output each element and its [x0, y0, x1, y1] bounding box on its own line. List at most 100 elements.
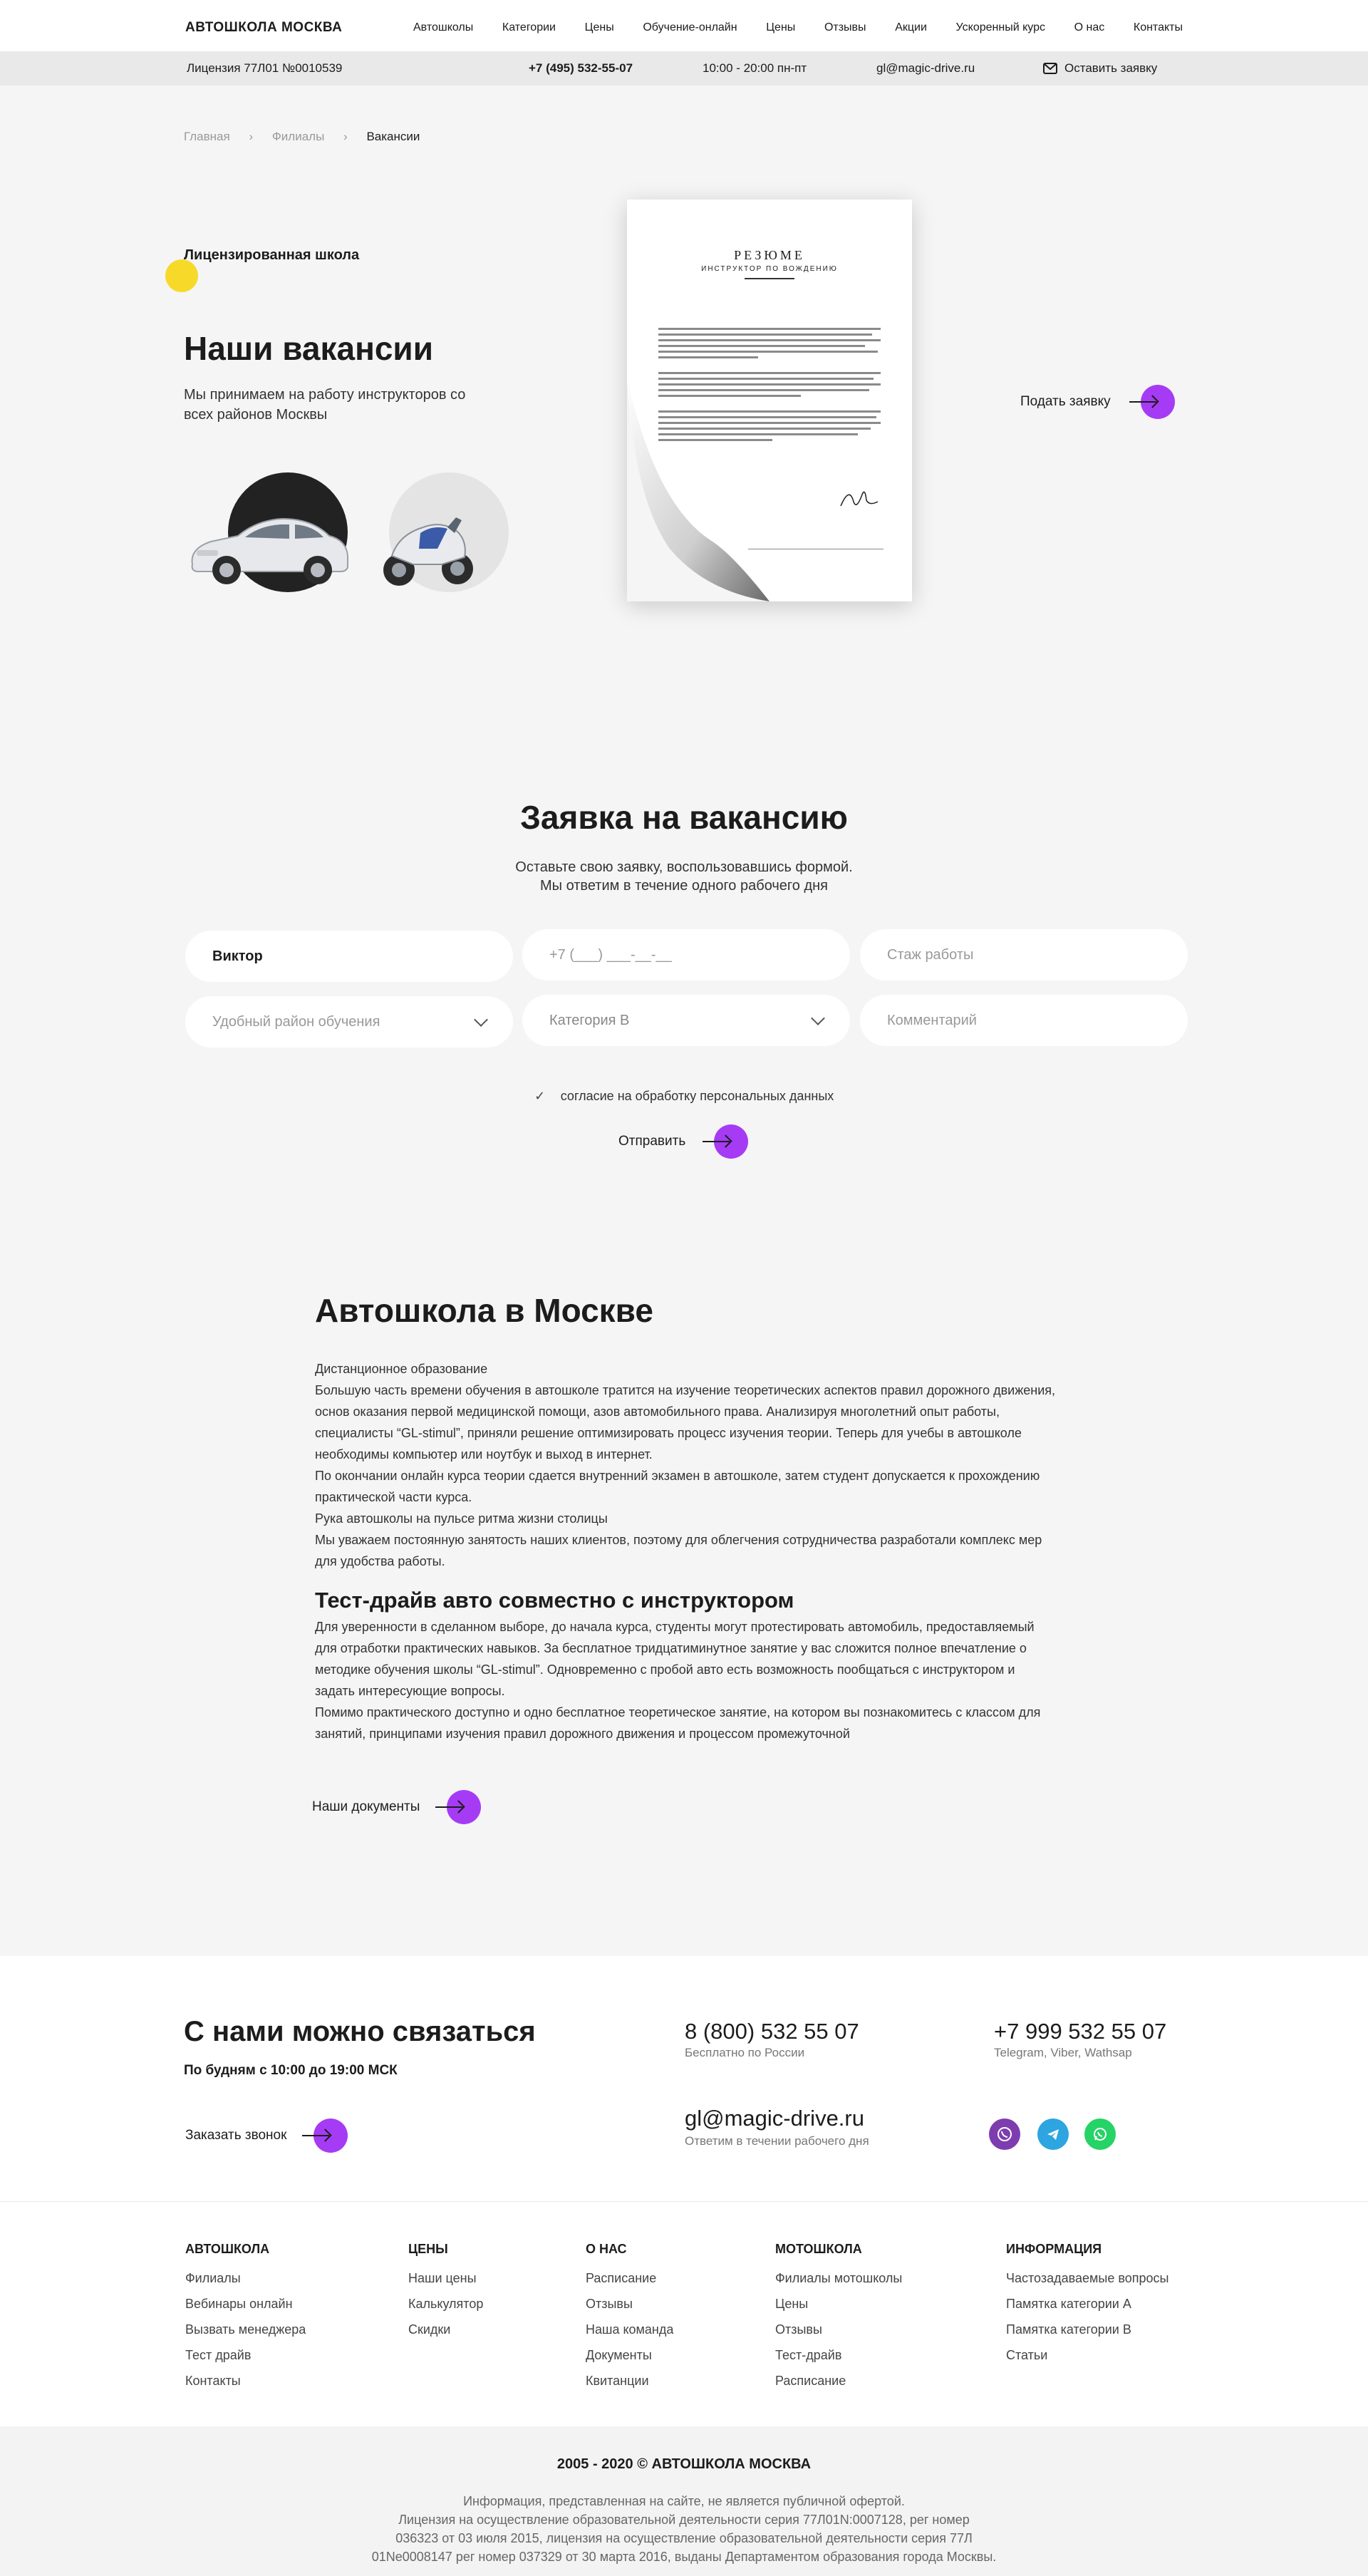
top-navigation: АВТОШКОЛА МОСКВА Автошколы Категории Цен… — [0, 0, 1368, 51]
documents-link[interactable]: Наши документы — [312, 1790, 482, 1824]
footer-column-title: МОТОШКОЛА — [775, 2242, 862, 2256]
footer-link[interactable]: Контакты — [185, 2368, 306, 2394]
form-subtitle: Оставьте свою заявку, воспользовавшись ф… — [0, 858, 1368, 895]
resume-subtitle: ИНСТРУКТОР ПО ВОЖДЕНИЮ — [701, 265, 838, 273]
submit-button[interactable]: Отправить — [618, 1124, 749, 1159]
nav-item-prices-2[interactable]: Цены — [766, 21, 795, 34]
chevron-right-icon: › — [249, 130, 254, 143]
arrow-right-icon — [703, 1124, 749, 1159]
nav-item-about[interactable]: О нас — [1074, 21, 1105, 34]
article-paragraph: Рука автошколы на пульсе ритма жизни сто… — [315, 1511, 608, 1526]
nav-item-promotions[interactable]: Акции — [895, 21, 927, 34]
nav-item-categories[interactable]: Категории — [502, 21, 556, 34]
footer-link[interactable]: Отзывы — [586, 2291, 673, 2317]
footer-column-title: ИНФОРМАЦИЯ — [1006, 2242, 1102, 2256]
footer-link[interactable]: Филиалы — [185, 2265, 306, 2291]
viber-icon[interactable] — [989, 2119, 1020, 2150]
footer-link[interactable]: Частозадаваемые вопросы — [1006, 2265, 1168, 2291]
resume-title: РЕЗЮМЕ — [734, 248, 805, 262]
chevron-right-icon: › — [343, 130, 348, 143]
footer-column-title: АВТОШКОЛА — [185, 2242, 270, 2256]
consent-row: ✓ согласие на обработку персональных дан… — [0, 1089, 1368, 1104]
telegram-icon[interactable] — [1037, 2119, 1069, 2150]
resume-divider — [745, 278, 794, 279]
nav-item-autoschools[interactable]: Автошколы — [413, 21, 473, 34]
resume-document-image: РЕЗЮМЕ ИНСТРУКТОР ПО ВОЖДЕНИЮ — [627, 200, 912, 601]
site-logo[interactable]: АВТОШКОЛА МОСКВА — [185, 20, 342, 36]
form-subtitle-line-1: Оставьте свою заявку, воспользовавшись ф… — [515, 859, 853, 875]
envelope-icon — [1043, 63, 1057, 74]
free-phone[interactable]: 8 (800) 532 55 07 — [685, 2019, 859, 2044]
footer-link[interactable]: Расписание — [775, 2368, 902, 2394]
footer-link[interactable]: Отзывы — [775, 2317, 902, 2342]
contact-email[interactable]: gl@magic-drive.ru — [685, 2106, 864, 2131]
footer-column-title: О НАС — [586, 2242, 627, 2256]
footer-link[interactable]: Статьи — [1006, 2342, 1168, 2368]
footer-column-autoschool: АВТОШКОЛА Филиалы Вебинары онлайн Вызват… — [185, 2242, 306, 2394]
footer-column-information: ИНФОРМАЦИЯ Частозадаваемые вопросы Памят… — [1006, 2242, 1168, 2368]
category-select-value: Категория B — [549, 1013, 630, 1028]
license-number: Лицензия 77Л01 №0010539 — [187, 61, 343, 75]
header-email[interactable]: gl@magic-drive.ru — [876, 61, 975, 76]
footer-link[interactable]: Тест драйв — [185, 2342, 306, 2368]
legal-line: Информация, представленная на сайте, не … — [463, 2494, 905, 2508]
district-select[interactable]: Удобный район обучения — [185, 996, 513, 1048]
article-title: Автошкола в Москве — [315, 1292, 653, 1329]
leave-request-button[interactable]: Оставить заявку — [1043, 61, 1157, 76]
apply-button[interactable]: Подать заявку — [1020, 385, 1175, 419]
footer-link[interactable]: Тест-драйв — [775, 2342, 902, 2368]
free-phone-note: Бесплатно по России — [685, 2046, 805, 2059]
footer-link[interactable]: Цены — [775, 2291, 902, 2317]
contact-email-note: Ответим в течении рабочего дня — [685, 2134, 869, 2148]
nav-item-reviews[interactable]: Отзывы — [824, 21, 866, 34]
article-paragraph: Большую часть времени обучения в автошко… — [315, 1383, 1056, 1462]
category-select[interactable]: Категория B — [522, 995, 850, 1046]
header-phone[interactable]: +7 (495) 532-55-07 — [529, 61, 633, 76]
phone-field[interactable]: +7 (___) ___-__-__ — [522, 929, 850, 981]
consent-label: согласие на обработку персональных данны… — [560, 1089, 834, 1103]
page-title: Наши вакансии — [184, 330, 433, 367]
footer-link[interactable]: Документы — [586, 2342, 673, 2368]
footer-column-prices: ЦЕНЫ Наши цены Калькулятор Скидки — [408, 2242, 483, 2342]
callback-button[interactable]: Заказать звонок — [185, 2119, 348, 2153]
footer-column-about: О НАС Расписание Отзывы Наша команда Док… — [586, 2242, 673, 2394]
chevron-down-icon — [811, 1011, 825, 1025]
breadcrumb: Главная › Филиалы › Вакансии — [184, 130, 420, 144]
arrow-right-icon — [302, 2119, 348, 2153]
breadcrumb-home[interactable]: Главная — [184, 130, 230, 143]
footer-link[interactable]: Памятка категории A — [1006, 2291, 1168, 2317]
arrow-right-icon — [435, 1790, 482, 1824]
footer-link[interactable]: Филиалы мотошколы — [775, 2265, 902, 2291]
footer-link[interactable]: Калькулятор — [408, 2291, 483, 2317]
form-title: Заявка на вакансию — [520, 799, 848, 836]
footer-link[interactable]: Наша команда — [586, 2317, 673, 2342]
name-field[interactable]: Виктор — [185, 931, 513, 982]
footer-link[interactable]: Вебинары онлайн — [185, 2291, 306, 2317]
consent-checkbox[interactable]: ✓ — [534, 1089, 546, 1104]
footer-link[interactable]: Вызвать менеджера — [185, 2317, 306, 2342]
footer-link[interactable]: Памятка категории B — [1006, 2317, 1168, 2342]
footer-link[interactable]: Скидки — [408, 2317, 483, 2342]
breadcrumb-branches[interactable]: Филиалы — [272, 130, 324, 143]
footer-link[interactable]: Наши цены — [408, 2265, 483, 2291]
article-paragraph: Помимо практического доступно и одно бес… — [315, 1705, 1041, 1741]
motorcycle-icon[interactable] — [378, 499, 477, 591]
article-paragraph: Дистанционное образование — [315, 1362, 488, 1376]
comment-field[interactable]: Комментарий — [860, 995, 1188, 1046]
footer-link[interactable]: Расписание — [586, 2265, 673, 2291]
experience-field[interactable]: Стаж работы — [860, 929, 1188, 981]
licensed-school-badge: Лицензированная школа — [184, 247, 360, 263]
nav-item-express-course[interactable]: Ускоренный курс — [956, 21, 1045, 34]
whatsapp-icon[interactable] — [1084, 2119, 1116, 2150]
footer-bottom: 2005 - 2020 © АВТОШКОЛА МОСКВА Информаци… — [0, 2426, 1368, 2576]
hero-subtitle: Мы принимаем на работу инструкторов со в… — [184, 387, 466, 423]
footer-link[interactable]: Квитанции — [586, 2368, 673, 2394]
nav-item-contacts[interactable]: Контакты — [1134, 21, 1183, 34]
footer-column-motoschool: МОТОШКОЛА Филиалы мотошколы Цены Отзывы … — [775, 2242, 902, 2394]
car-icon[interactable] — [182, 499, 353, 591]
info-bar: Лицензия 77Л01 №0010539 +7 (495) 532-55-… — [0, 51, 1368, 86]
mobile-phone[interactable]: +7 999 532 55 07 — [994, 2019, 1166, 2044]
nav-item-prices[interactable]: Цены — [585, 21, 614, 34]
nav-item-online-learning[interactable]: Обучение-онлайн — [643, 21, 737, 34]
breadcrumb-current: Вакансии — [366, 130, 420, 143]
